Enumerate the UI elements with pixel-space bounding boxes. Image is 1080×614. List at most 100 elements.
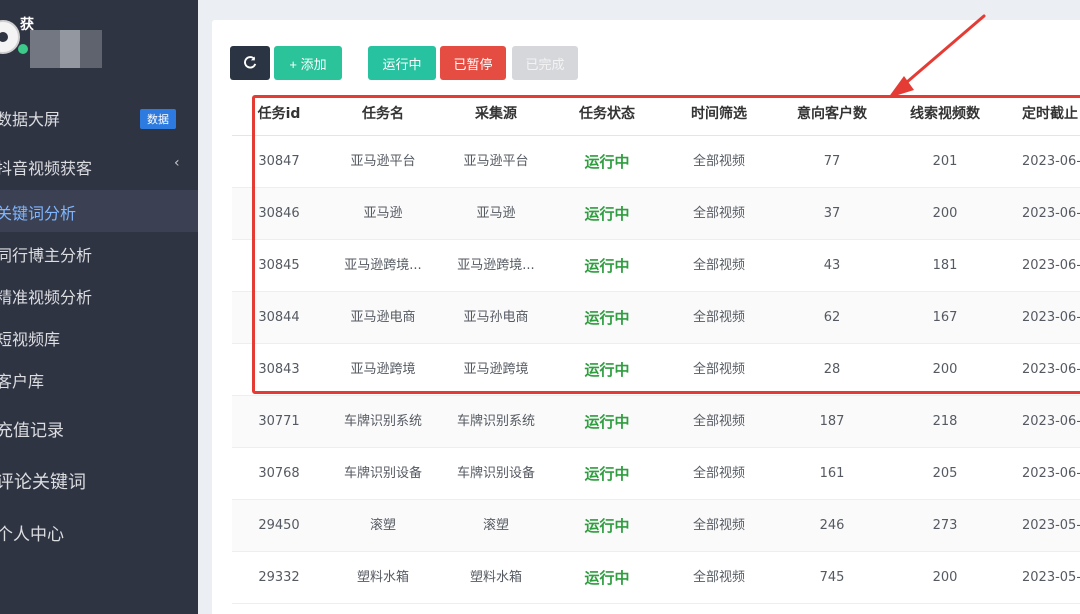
online-status-dot <box>18 44 28 54</box>
table-cell: 29332 <box>258 570 300 585</box>
user-profile[interactable]: 获 <box>0 0 198 90</box>
sidebar: 获 数据大屏 数据 抖音视频获客 ‹ 关键词分析 同行博主分析 精准视频分析 短… <box>0 0 198 614</box>
table-row[interactable]: 29332 塑料水箱 塑料水箱 运行中 全部视频 745 200 2023-05-3 <box>232 552 1080 604</box>
screen: 获 数据大屏 数据 抖音视频获客 ‹ 关键词分析 同行博主分析 精准视频分析 短… <box>0 0 1080 614</box>
table-cell: 30847 <box>258 154 300 169</box>
column-header[interactable]: 任务状态 <box>552 94 662 136</box>
table-cell: 2023-06-0 <box>1022 362 1080 377</box>
table-cell: 37 <box>823 206 841 221</box>
sidebar-item-personal-center[interactable]: 个人中心 <box>0 520 198 546</box>
table-cell: 亚马逊平台 <box>350 154 416 169</box>
table-cell: 30845 <box>258 258 300 273</box>
sidebar-item-peer-blogger[interactable]: 同行博主分析 <box>0 242 198 265</box>
table-cell: 亚马逊 <box>476 206 516 221</box>
table-cell: 161 <box>819 466 845 481</box>
table-cell: 181 <box>932 258 958 273</box>
refresh-button[interactable] <box>230 46 270 80</box>
table-cell: 2023-06-0 <box>1022 414 1080 429</box>
sidebar-item-data-screen[interactable]: 数据大屏 数据 <box>0 106 198 129</box>
table-row[interactable]: 30843 亚马逊跨境 亚马逊跨境 运行中 全部视频 28 200 2023-06-0 <box>232 344 1080 396</box>
column-header[interactable]: 意向客户数 <box>776 94 888 136</box>
table-cell: 218 <box>932 414 958 429</box>
table-row[interactable]: 30844 亚马逊电商 亚马孙电商 运行中 全部视频 62 167 2023-06-0 <box>232 292 1080 344</box>
table-cell: 亚马逊跨境... <box>344 258 422 273</box>
column-header[interactable]: 定时截止 <box>1002 94 1080 136</box>
table-cell: 塑料水箱 <box>469 570 522 585</box>
table-row[interactable]: 30846 亚马逊 亚马逊 运行中 全部视频 37 200 2023-06-0 <box>232 188 1080 240</box>
column-header[interactable]: 采集源 <box>440 94 552 136</box>
table-cell: 30771 <box>258 414 300 429</box>
status-badge: 运行中 <box>584 309 630 327</box>
table-cell: 车牌识别系统 <box>343 414 422 429</box>
filter-done-button[interactable]: 已完成 <box>512 46 578 80</box>
table-cell: 2023-06-0 <box>1022 258 1080 273</box>
task-panel: + 添加 运行中 已暂停 已完成 任务id 任务名 采集源 任务状态 时间筛选 … <box>212 20 1080 614</box>
table-cell: 车牌识别设备 <box>343 466 422 481</box>
table-cell: 187 <box>819 414 845 429</box>
add-task-button[interactable]: + 添加 <box>274 46 342 80</box>
table-cell: 亚马逊跨境 <box>350 362 416 377</box>
column-header[interactable]: 任务id <box>232 94 326 136</box>
table-cell: 200 <box>932 362 958 377</box>
sidebar-item-label: 精准视频分析 <box>0 288 93 307</box>
filter-paused-button[interactable]: 已暂停 <box>440 46 506 80</box>
table-cell: 201 <box>932 154 958 169</box>
main-content: + 添加 运行中 已暂停 已完成 任务id 任务名 采集源 任务状态 时间筛选 … <box>198 0 1080 614</box>
sidebar-item-precise-video[interactable]: 精准视频分析 <box>0 284 198 307</box>
table-cell: 43 <box>823 258 841 273</box>
table-row[interactable]: 30768 车牌识别设备 车牌识别设备 运行中 全部视频 161 205 2023-06-0 <box>232 448 1080 500</box>
sidebar-item-recharge-records[interactable]: 充值记录 <box>0 416 198 441</box>
table-row[interactable]: 30847 亚马逊平台 亚马逊平台 运行中 全部视频 77 201 2023-06-0 <box>232 136 1080 188</box>
table-cell: 30846 <box>258 206 300 221</box>
sidebar-item-label: 数据大屏 <box>0 110 61 129</box>
column-header[interactable]: 任务名 <box>326 94 440 136</box>
sidebar-item-label: 同行博主分析 <box>0 246 93 265</box>
chevron-left-icon: ‹ <box>174 155 180 171</box>
table-cell: 167 <box>932 310 958 325</box>
table-cell: 2023-06-0 <box>1022 310 1080 325</box>
table-cell: 亚马逊跨境... <box>457 258 535 273</box>
table-cell: 全部视频 <box>692 414 745 429</box>
table-cell: 全部视频 <box>692 518 745 533</box>
sidebar-item-customer-library[interactable]: 客户库 <box>0 368 198 391</box>
blurred-username <box>60 30 80 68</box>
table-cell: 745 <box>819 570 845 585</box>
column-header[interactable]: 时间筛选 <box>662 94 776 136</box>
table-cell: 全部视频 <box>692 570 745 585</box>
table-cell: 2023-06-0 <box>1022 466 1080 481</box>
avatar[interactable] <box>0 20 20 54</box>
sidebar-item-label: 充值记录 <box>0 421 64 441</box>
table-cell: 亚马孙电商 <box>463 310 529 325</box>
sidebar-item-label: 短视频库 <box>0 330 61 349</box>
status-badge: 运行中 <box>584 465 630 483</box>
table-cell: 滚塑 <box>482 518 509 533</box>
table-cell: 滚塑 <box>369 518 396 533</box>
status-badge: 运行中 <box>584 257 630 275</box>
refresh-icon <box>244 56 257 69</box>
table-row[interactable]: 30771 车牌识别系统 车牌识别系统 运行中 全部视频 187 218 2023-06-0 <box>232 396 1080 448</box>
sidebar-item-short-video-library[interactable]: 短视频库 <box>0 326 198 349</box>
table-cell: 273 <box>932 518 958 533</box>
table-cell: 30768 <box>258 466 300 481</box>
table-cell: 亚马逊平台 <box>463 154 529 169</box>
column-header[interactable]: 线索视频数 <box>888 94 1002 136</box>
table-cell: 200 <box>932 570 958 585</box>
table-cell: 246 <box>819 518 845 533</box>
table-cell: 全部视频 <box>692 206 745 221</box>
table-cell: 2023-06-0 <box>1022 206 1080 221</box>
blurred-username <box>80 30 102 68</box>
table-cell: 亚马逊电商 <box>350 310 416 325</box>
filter-running-button[interactable]: 运行中 <box>368 46 436 80</box>
sidebar-item-douyin-video[interactable]: 抖音视频获客 ‹ <box>0 155 198 178</box>
sidebar-item-keyword-analysis[interactable]: 关键词分析 <box>0 190 198 232</box>
table-row[interactable]: 30845 亚马逊跨境... 亚马逊跨境... 运行中 全部视频 43 181 2023-06… <box>232 240 1080 292</box>
table-cell: 车牌识别系统 <box>456 414 535 429</box>
status-badge: 运行中 <box>584 569 630 587</box>
blurred-username <box>30 30 60 68</box>
table-cell: 205 <box>932 466 958 481</box>
sidebar-item-comment-keywords[interactable]: 评论关键词 <box>0 468 198 494</box>
status-badge: 运行中 <box>584 413 630 431</box>
sidebar-item-label: 个人中心 <box>0 525 64 545</box>
table-row[interactable]: 29450 滚塑 滚塑 运行中 全部视频 246 273 2023-05-3 <box>232 500 1080 552</box>
table-cell: 77 <box>823 154 841 169</box>
